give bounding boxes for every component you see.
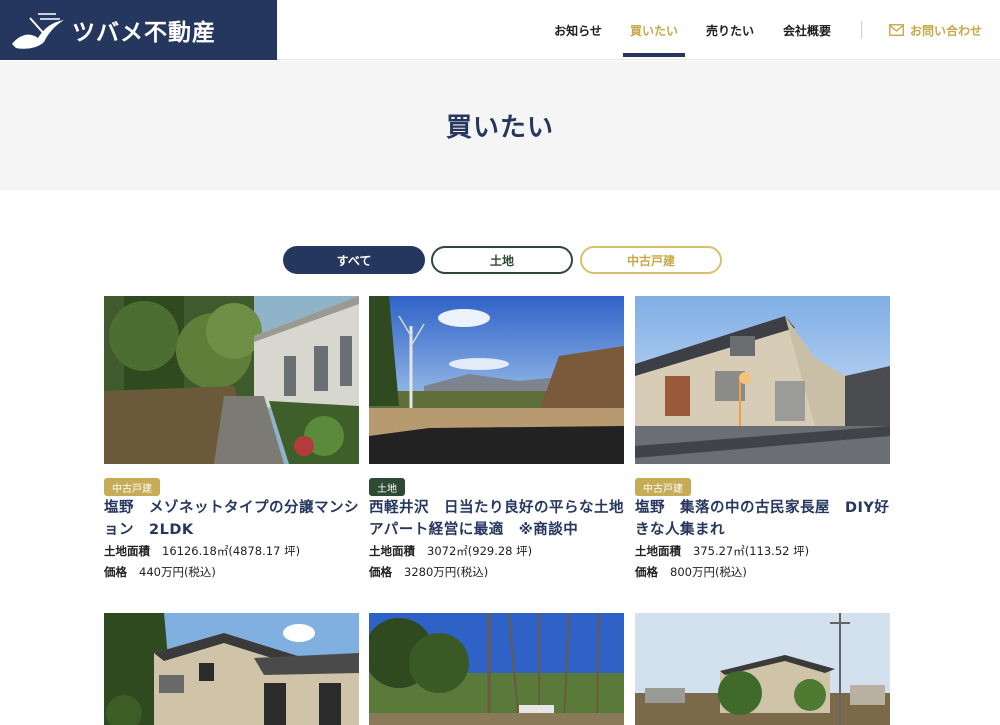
listing-category-badge: 土地 xyxy=(369,478,405,496)
listing-land-area: 土地面積 16126.18㎡(4878.17 坪) xyxy=(104,543,300,559)
page-title: 買いたい xyxy=(445,113,554,143)
price-value: 800万円(税込) xyxy=(670,565,747,579)
nav-item-sell[interactable]: 売りたい xyxy=(697,0,763,60)
listing-photo[interactable] xyxy=(369,296,624,464)
nav-item-label: お知らせ xyxy=(554,23,602,38)
listing-price: 価格 3280万円(税込) xyxy=(369,564,488,580)
nav-divider xyxy=(861,21,862,39)
contact-link[interactable]: お問い合わせ xyxy=(889,0,982,60)
active-nav-indicator xyxy=(623,53,685,57)
logo[interactable]: ツバメ不動産 xyxy=(0,0,277,60)
listing-photo[interactable] xyxy=(104,613,359,725)
land-area-value: 3072㎡(929.28 坪) xyxy=(427,544,533,558)
listing-land-area: 土地面積 375.27㎡(113.52 坪) xyxy=(635,543,809,559)
listing-price: 価格 440万円(税込) xyxy=(104,564,216,580)
listing-category-badge: 中古戸建 xyxy=(635,478,691,496)
listing-photo[interactable] xyxy=(635,296,890,464)
price-value: 440万円(税込) xyxy=(139,565,216,579)
filter-all-button[interactable]: すべて xyxy=(283,246,425,274)
listing-card[interactable] xyxy=(369,296,624,464)
listing-photo[interactable] xyxy=(104,296,359,464)
price-value: 3280万円(税込) xyxy=(404,565,489,579)
nav-item-news[interactable]: お知らせ xyxy=(543,0,613,60)
brand-name: ツバメ不動産 xyxy=(72,20,216,46)
site-header: ツバメ不動産 お知らせ 買いたい 売りたい 会社概要 お問い合わせ xyxy=(0,0,1000,60)
nav-item-buy[interactable]: 買いたい xyxy=(623,0,685,60)
price-label: 価格 xyxy=(104,565,127,579)
price-label: 価格 xyxy=(635,565,658,579)
nav-item-label: 会社概要 xyxy=(782,23,831,38)
listing-photo[interactable] xyxy=(635,613,890,725)
land-area-label: 土地面積 xyxy=(104,544,150,558)
nav-item-company[interactable]: 会社概要 xyxy=(773,0,841,60)
listing-title[interactable]: 西軽井沢 日当たり良好の平らな土地 アパート経営に最適 ※商談中 xyxy=(369,497,639,541)
mail-icon xyxy=(889,24,904,36)
price-label: 価格 xyxy=(369,565,392,579)
listing-card[interactable] xyxy=(635,296,890,464)
land-area-label: 土地面積 xyxy=(369,544,415,558)
page-hero: 買いたい xyxy=(0,61,1000,190)
listing-category-badge: 中古戸建 xyxy=(104,478,160,496)
filter-land-button[interactable]: 土地 xyxy=(431,246,573,274)
nav-item-label: 買いたい xyxy=(629,23,678,38)
listing-price: 価格 800万円(税込) xyxy=(635,564,747,580)
listing-land-area: 土地面積 3072㎡(929.28 坪) xyxy=(369,543,532,559)
contact-label: お問い合わせ xyxy=(910,23,983,38)
land-area-label: 土地面積 xyxy=(635,544,681,558)
nav-item-label: 売りたい xyxy=(705,23,754,38)
land-area-value: 16126.18㎡(4878.17 坪) xyxy=(162,544,301,558)
filter-used-house-button[interactable]: 中古戸建 xyxy=(580,246,722,274)
listing-card[interactable] xyxy=(104,296,359,464)
listing-title[interactable]: 塩野 集落の中の古民家長屋 DIY好きな人集まれ xyxy=(635,497,890,541)
listing-photo[interactable] xyxy=(369,613,624,725)
swallow-logo-icon xyxy=(12,13,64,49)
listing-title[interactable]: 塩野 メゾネットタイプの分譲マンション 2LDK xyxy=(104,497,359,541)
land-area-value: 375.27㎡(113.52 坪) xyxy=(693,544,810,558)
